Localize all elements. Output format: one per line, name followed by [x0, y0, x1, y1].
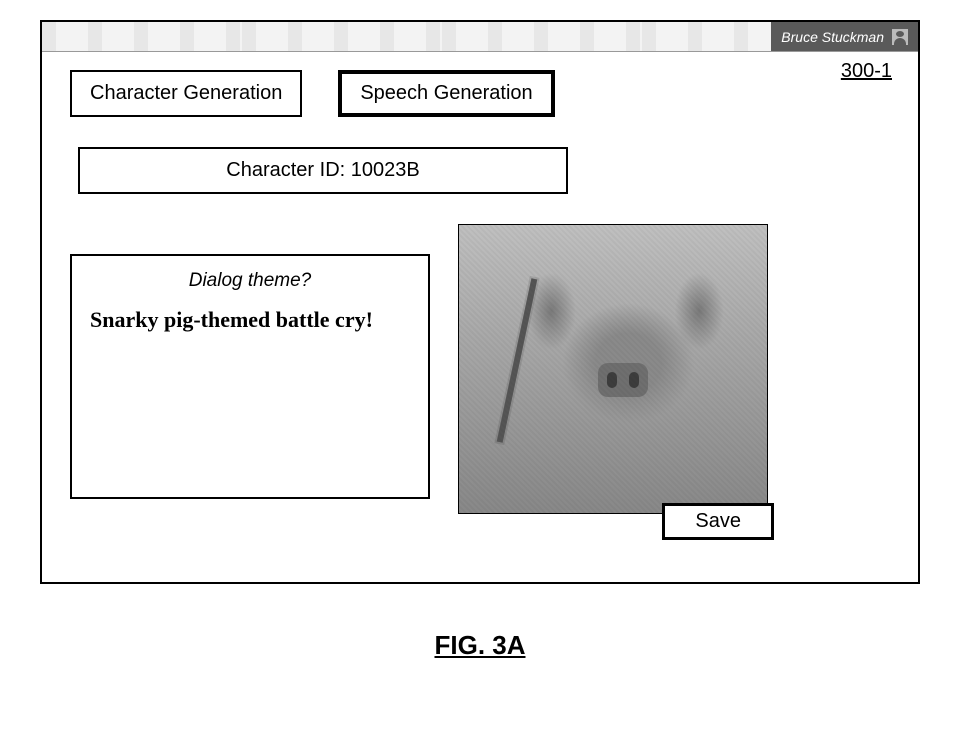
- tab-row: Character Generation Speech Generation: [70, 70, 890, 117]
- titlebar-decor: [42, 22, 771, 51]
- lower-row: Dialog theme? Snarky pig-themed battle c…: [70, 224, 890, 514]
- character-image: [458, 224, 768, 514]
- avatar-icon: [892, 29, 908, 45]
- tab-speech-generation[interactable]: Speech Generation: [338, 70, 554, 117]
- pig-snout-icon: [598, 363, 648, 397]
- user-name: Bruce Stuckman: [781, 29, 884, 45]
- character-id-box: Character ID: 10023B: [78, 147, 568, 194]
- tab-character-generation[interactable]: Character Generation: [70, 70, 302, 117]
- dialog-text: Snarky pig-themed battle cry!: [90, 306, 410, 334]
- app-window: Bruce Stuckman 300-1 Character Generatio…: [40, 20, 920, 584]
- dialog-panel[interactable]: Dialog theme? Snarky pig-themed battle c…: [70, 254, 430, 499]
- title-bar: Bruce Stuckman: [42, 22, 918, 52]
- figure-caption: FIG. 3A: [20, 630, 940, 661]
- user-badge[interactable]: Bruce Stuckman: [771, 22, 918, 51]
- save-button[interactable]: Save: [662, 503, 774, 540]
- figure-reference: 300-1: [841, 60, 892, 83]
- image-column: Save: [458, 224, 768, 514]
- dialog-prompt: Dialog theme?: [90, 270, 410, 292]
- content-area: 300-1 Character Generation Speech Genera…: [42, 52, 918, 582]
